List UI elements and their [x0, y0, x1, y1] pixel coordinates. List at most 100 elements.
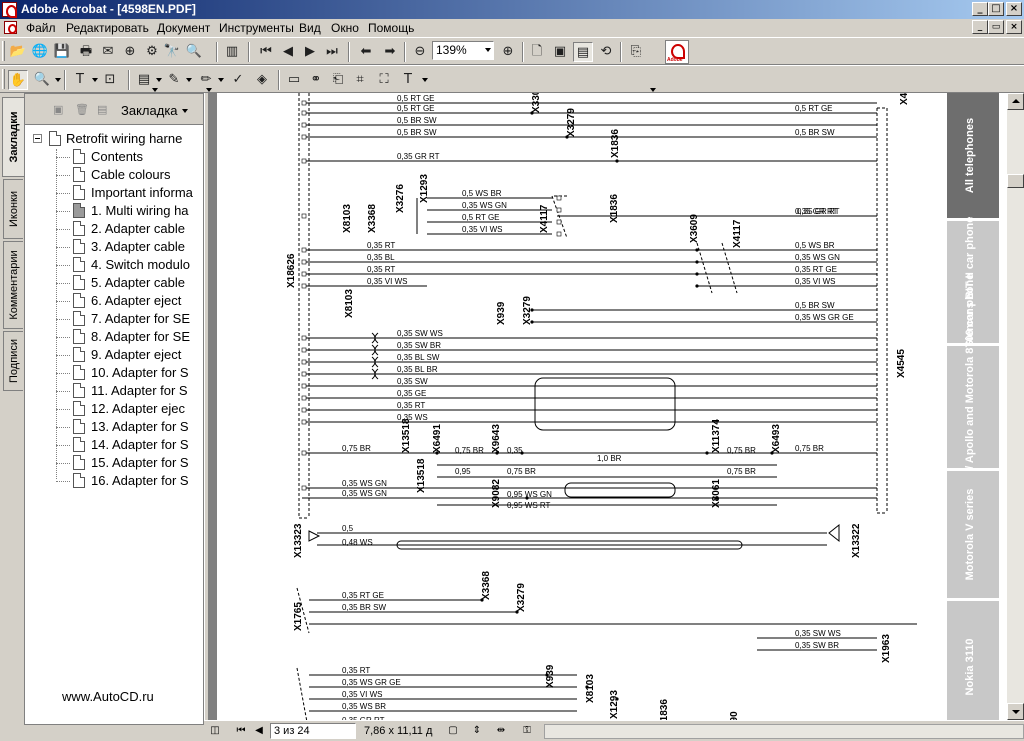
- last-page-icon[interactable]: ⏭: [322, 42, 342, 62]
- chevron-down-icon[interactable]: [422, 78, 428, 82]
- title-bar[interactable]: Adobe Acrobat - [4598EN.PDF] _ □ ×: [0, 0, 1024, 19]
- doc-close-button[interactable]: ×: [1006, 20, 1022, 34]
- scroll-up-button[interactable]: [1007, 93, 1024, 110]
- menu-window[interactable]: Окно: [331, 21, 359, 35]
- first-page-icon[interactable]: ⏮: [256, 42, 276, 62]
- chevron-down-icon[interactable]: [55, 78, 61, 82]
- key-icon[interactable]: ⚿: [520, 724, 534, 738]
- continuous-facing-icon[interactable]: ⇹: [494, 724, 508, 738]
- zoom-out-icon[interactable]: ⊖: [410, 42, 430, 62]
- text-select-icon[interactable]: T: [70, 70, 90, 90]
- bookmark-item[interactable]: 6. Adapter eject: [56, 292, 203, 310]
- chevron-down-icon[interactable]: [156, 78, 162, 82]
- pencil-tool-icon[interactable]: ✎: [164, 70, 184, 90]
- bookmark-item[interactable]: 3. Adapter cable: [56, 238, 203, 256]
- toolbar-grip[interactable]: [2, 41, 5, 61]
- chevron-down-icon[interactable]: [186, 78, 192, 82]
- review-icon[interactable]: ⊕: [120, 42, 140, 62]
- previous-page-icon[interactable]: ◀: [252, 724, 266, 738]
- chevron-down-icon[interactable]: [485, 48, 491, 52]
- note-tool-icon[interactable]: ▤: [134, 70, 154, 90]
- tab-bookmarks[interactable]: Закладки: [2, 97, 24, 177]
- touchup-text-icon[interactable]: T: [398, 70, 418, 90]
- menu-view[interactable]: Вид: [299, 21, 321, 35]
- bookmarks-menu-label[interactable]: Закладка: [121, 103, 178, 118]
- document-view[interactable]: All telephones Siemens BIT II car phone Ph…: [209, 93, 1007, 720]
- crop-tool-icon[interactable]: ⌗: [350, 70, 370, 90]
- horizontal-scrollbar[interactable]: [544, 724, 1024, 739]
- bookmark-item[interactable]: 4. Switch modulo: [56, 256, 203, 274]
- menu-tools[interactable]: Инструменты: [219, 21, 294, 35]
- graphics-select-icon[interactable]: ⊡: [100, 70, 120, 90]
- minimize-button[interactable]: _: [972, 2, 988, 16]
- menu-file[interactable]: Файл: [26, 21, 56, 35]
- menu-document[interactable]: Документ: [157, 21, 210, 35]
- fit-width-icon[interactable]: ▤: [573, 42, 593, 62]
- zoom-input[interactable]: 139%: [432, 41, 494, 60]
- page-number-field[interactable]: 3 из 24: [270, 723, 356, 739]
- open-icon[interactable]: 📂: [8, 42, 28, 62]
- hand-tool-icon[interactable]: ✋: [8, 70, 28, 90]
- document-system-icon[interactable]: [4, 21, 17, 34]
- save-icon[interactable]: 💾: [52, 42, 72, 62]
- bookmark-item[interactable]: 2. Adapter cable: [56, 220, 203, 238]
- tab-thumbnails[interactable]: Иконки: [3, 179, 23, 239]
- next-view-icon[interactable]: ➡: [380, 42, 400, 62]
- comment-settings-icon[interactable]: ⚙: [142, 42, 162, 62]
- collapse-icon[interactable]: [33, 134, 42, 143]
- doc-restore-button[interactable]: ▭: [988, 20, 1004, 34]
- actual-size-icon[interactable]: 🗋: [527, 42, 547, 62]
- bookmark-item[interactable]: 14. Adapter for S: [56, 436, 203, 454]
- zoom-in-icon[interactable]: ⊕: [498, 42, 518, 62]
- pdf-page[interactable]: All telephones Siemens BIT II car phone Ph…: [217, 93, 1007, 720]
- movie-tool-icon[interactable]: ⛶: [374, 70, 394, 90]
- close-button[interactable]: ×: [1006, 2, 1022, 16]
- bookmark-item[interactable]: 11. Adapter for S: [56, 382, 203, 400]
- panel-toggle-icon[interactable]: ◫: [208, 724, 222, 738]
- spell-check-icon[interactable]: ✓: [228, 70, 248, 90]
- zoom-tool-icon[interactable]: 🔍: [32, 70, 52, 90]
- previous-page-icon[interactable]: ◀: [278, 42, 298, 62]
- acrobat-app-icon[interactable]: [2, 2, 17, 18]
- toolbar-grip[interactable]: [2, 69, 5, 89]
- print-icon[interactable]: 🖶: [76, 42, 96, 62]
- chevron-down-icon[interactable]: [218, 78, 224, 82]
- article-tool-icon[interactable]: ⎗: [328, 70, 348, 90]
- bookmark-item[interactable]: Cable colours: [56, 166, 203, 184]
- bookmark-item[interactable]: 10. Adapter for S: [56, 364, 203, 382]
- bookmark-item[interactable]: 1. Multi wiring ha: [56, 202, 203, 220]
- maximize-button[interactable]: □: [988, 2, 1004, 16]
- search-icon[interactable]: 🔍: [184, 42, 204, 62]
- new-bookmark-icon[interactable]: ▣: [53, 103, 63, 116]
- highlight-tool-icon[interactable]: ✏: [196, 70, 216, 90]
- fit-page-icon[interactable]: ▣: [550, 42, 570, 62]
- bookmark-item[interactable]: 9. Adapter eject: [56, 346, 203, 364]
- vertical-scrollbar[interactable]: [1007, 93, 1024, 720]
- bookmark-item[interactable]: 13. Adapter for S: [56, 418, 203, 436]
- bookmark-item[interactable]: Important informa: [56, 184, 203, 202]
- first-page-icon[interactable]: ⏮: [234, 724, 248, 738]
- tab-comments[interactable]: Комментарии: [3, 241, 23, 329]
- web-capture-icon[interactable]: 🌐: [30, 42, 50, 62]
- menu-edit[interactable]: Редактировать: [66, 21, 149, 35]
- chevron-down-icon[interactable]: [182, 109, 188, 113]
- chevron-down-icon[interactable]: [92, 78, 98, 82]
- fit-visible-icon[interactable]: ⟲: [596, 42, 616, 62]
- tab-signatures[interactable]: Подписи: [3, 331, 23, 391]
- rotate-view-icon[interactable]: ⎘: [626, 42, 646, 62]
- bookmark-item[interactable]: 7. Adapter for SE: [56, 310, 203, 328]
- scroll-thumb[interactable]: [1007, 174, 1024, 188]
- bookmark-item[interactable]: 15. Adapter for S: [56, 454, 203, 472]
- touchup-icon[interactable]: ◈: [252, 70, 272, 90]
- adobe-logo[interactable]: Adobe: [665, 40, 689, 64]
- expand-icon[interactable]: ▤: [97, 103, 107, 116]
- previous-view-icon[interactable]: ⬅: [356, 42, 376, 62]
- bookmark-item[interactable]: 12. Adapter ejec: [56, 400, 203, 418]
- continuous-icon[interactable]: ⇕: [470, 724, 484, 738]
- next-page-icon[interactable]: ▶: [300, 42, 320, 62]
- form-tool-icon[interactable]: ▭: [284, 70, 304, 90]
- menu-help[interactable]: Помощь: [368, 21, 414, 35]
- doc-minimize-button[interactable]: _: [972, 20, 988, 34]
- delete-icon[interactable]: 🗑: [75, 103, 89, 116]
- bookmark-item[interactable]: Contents: [56, 148, 203, 166]
